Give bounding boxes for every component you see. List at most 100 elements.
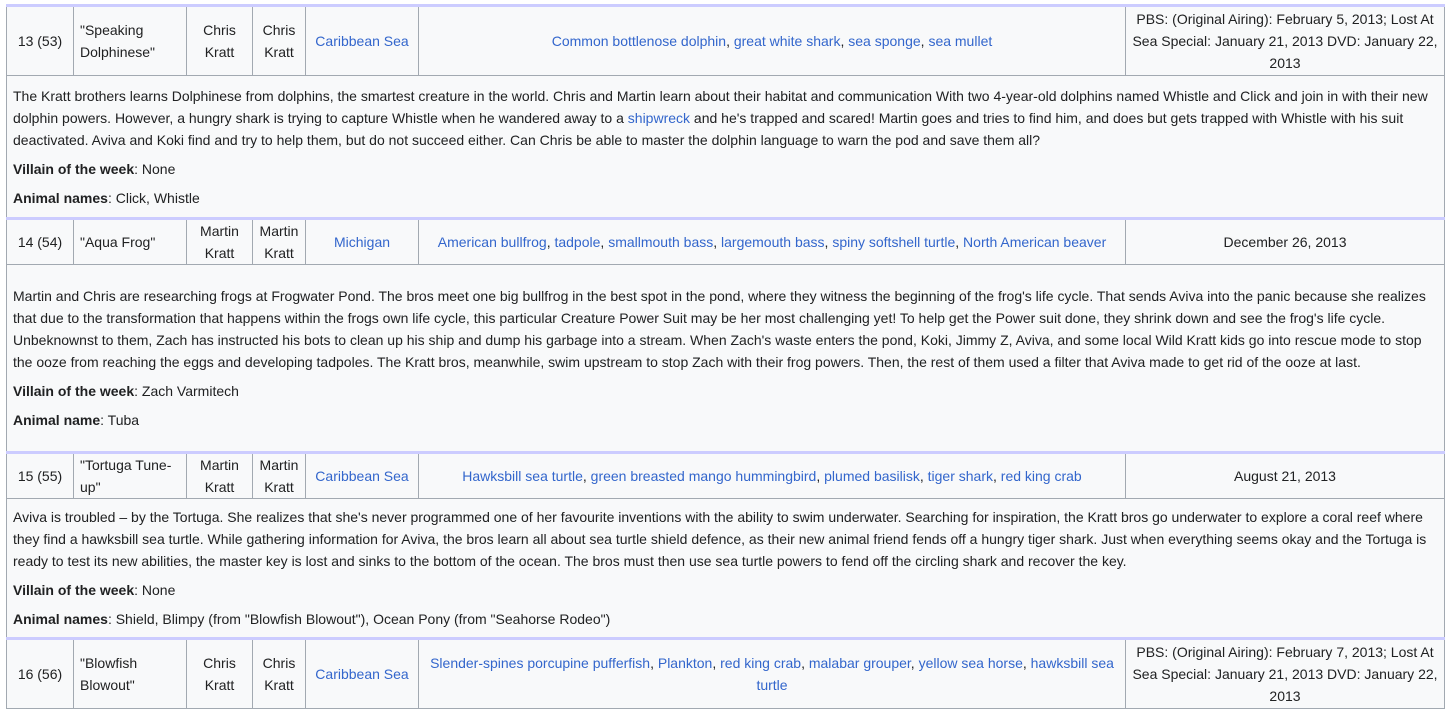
villain-value: : None [134, 160, 176, 177]
episode-summary-row: Aviva is troubled – by the Tortuga. She … [6, 498, 1445, 639]
written-by: Martin Kratt [259, 457, 299, 495]
episode-summary: The Kratt brothers learns Dolphinese fro… [6, 75, 1445, 219]
animal-link[interactable]: red king crab [720, 655, 801, 671]
separator: , [726, 33, 734, 49]
animal-link[interactable]: great white shark [734, 33, 841, 49]
summary-link[interactable]: shipwreck [628, 110, 690, 126]
location-link-cell: Michigan [305, 218, 419, 265]
animal-names-line: Animal names: Click, Whistle [13, 187, 1438, 209]
animal-link[interactable]: red king crab [1001, 468, 1082, 484]
episode-table-container: 13 (53) "Speaking Dolphinese" Chris Kratt C… [6, 4, 1445, 709]
air-date: December 26, 2013 [1223, 234, 1347, 250]
animal-link[interactable]: yellow sea horse [919, 655, 1023, 671]
animal-link[interactable]: green breasted mango hummingbird [591, 468, 817, 484]
separator: , [1022, 655, 1031, 671]
written-by-cell: Chris Kratt [252, 5, 306, 76]
animal-link[interactable]: largemouth bass [721, 234, 825, 250]
villain-value: : None [134, 582, 176, 598]
animal-link[interactable]: American bullfrog [438, 234, 547, 250]
written-by-cell: Martin Kratt [252, 218, 306, 265]
villain-label: Villain of the week [13, 582, 135, 598]
directed-by-cell: Martin Kratt [186, 218, 253, 265]
animal-link[interactable]: sea mullet [928, 33, 992, 49]
episode-number: 16 (56) [17, 666, 63, 682]
episode-number-cell: 16 (56) [6, 638, 74, 709]
animal-link[interactable]: spiny softshell turtle [832, 234, 955, 250]
location-link[interactable]: Michigan [334, 234, 390, 250]
written-by: Chris Kratt [262, 655, 296, 693]
summary-text: Martin and Chris are researching frogs a… [13, 285, 1438, 373]
separator: , [582, 468, 591, 484]
animal-link[interactable]: Slender-spines porcupine pufferfish [430, 655, 650, 671]
animal-link[interactable]: Common bottlenose dolphin [552, 33, 726, 49]
villain-line: Villain of the week: Zach Varmitech [13, 380, 1438, 402]
directed-by-cell: Martin Kratt [186, 452, 253, 499]
separator: , [713, 234, 722, 250]
animal-names-label: Animal names [13, 611, 108, 627]
animal-names-label: Animal names [13, 189, 108, 206]
episode-row: 14 (54) "Aqua Frog" Martin Kratt Martin Kra… [6, 218, 1445, 265]
location-link[interactable]: Caribbean Sea [315, 33, 408, 49]
animal-names-label: Animal name [13, 412, 101, 428]
air-date-cell: PBS: (Original Airing): February 5, 2013… [1125, 5, 1445, 76]
location-link[interactable]: Caribbean Sea [315, 468, 408, 484]
air-date-cell: December 26, 2013 [1125, 218, 1445, 265]
villain-label: Villain of the week [13, 383, 135, 399]
written-by: Chris Kratt [262, 22, 296, 60]
episode-number-cell: 13 (53) [6, 5, 74, 76]
episode-row: 15 (55) "Tortuga Tune-up" Martin Kratt Mart… [6, 452, 1445, 499]
animal-names-value: : Click, Whistle [107, 189, 200, 206]
animal-link[interactable]: North American beaver [963, 234, 1106, 250]
episode-table: 13 (53) "Speaking Dolphinese" Chris Kratt C… [6, 4, 1445, 709]
featured-animals-cell: Hawksbill sea turtle, green breasted man… [418, 452, 1126, 499]
separator: , [955, 234, 964, 250]
location-link-cell: Caribbean Sea [305, 5, 419, 76]
summary-text-part: Martin and Chris are researching frogs a… [13, 288, 1426, 370]
episode-summary: Aviva is troubled – by the Tortuga. She … [6, 498, 1445, 639]
directed-by-cell: Chris Kratt [186, 5, 253, 76]
written-by: Martin Kratt [259, 223, 299, 261]
animal-names-value: : Tuba [100, 412, 140, 428]
episode-summary-row: Martin and Chris are researching frogs a… [6, 264, 1445, 453]
episode-title-cell: "Blowfish Blowout" [73, 638, 187, 709]
animal-names-line: Animal names: Shield, Blimpy (from "Blow… [13, 608, 1438, 630]
episode-row: 13 (53) "Speaking Dolphinese" Chris Kratt C… [6, 5, 1445, 76]
animal-link[interactable]: smallmouth bass [608, 234, 713, 250]
animal-link[interactable]: plumed basilisk [824, 468, 920, 484]
episode-title: "Blowfish Blowout" [80, 655, 138, 693]
directed-by: Chris Kratt [203, 22, 236, 60]
summary-text: Aviva is troubled – by the Tortuga. She … [13, 506, 1438, 572]
featured-animals-cell: Slender-spines porcupine pufferfish, Pla… [418, 638, 1126, 709]
directed-by: Martin Kratt [200, 223, 239, 261]
animal-link[interactable]: sea sponge [848, 33, 920, 49]
animal-link[interactable]: Plankton [658, 655, 712, 671]
episode-summary: Martin and Chris are researching frogs a… [6, 264, 1445, 453]
separator: , [801, 655, 809, 671]
animal-link[interactable]: tadpole [554, 234, 600, 250]
air-date: PBS: (Original Airing): February 7, 2013… [1132, 644, 1438, 704]
separator: , [712, 655, 721, 671]
animal-link[interactable]: Hawksbill sea turtle [462, 468, 583, 484]
summary-text-part: Aviva is troubled – by the Tortuga. She … [13, 509, 1427, 569]
episode-title-cell: "Speaking Dolphinese" [73, 5, 187, 76]
episode-title-cell: "Tortuga Tune-up" [73, 452, 187, 499]
air-date-cell: August 21, 2013 [1125, 452, 1445, 499]
episode-title: "Speaking Dolphinese" [80, 22, 156, 60]
separator: , [650, 655, 658, 671]
animal-names-value: : Shield, Blimpy (from "Blowfish Blowout… [107, 611, 611, 627]
directed-by: Martin Kratt [200, 457, 239, 495]
episode-number: 14 (54) [17, 234, 63, 250]
air-date: PBS: (Original Airing): February 5, 2013… [1132, 11, 1438, 71]
location-link-cell: Caribbean Sea [305, 638, 419, 709]
directed-by: Chris Kratt [203, 655, 236, 693]
animal-link[interactable]: tiger shark [928, 468, 993, 484]
animal-link[interactable]: malabar grouper [809, 655, 911, 671]
episode-number: 13 (53) [17, 33, 63, 49]
featured-animals-cell: Common bottlenose dolphin, great white s… [418, 5, 1126, 76]
animal-names-line: Animal name: Tuba [13, 409, 1438, 431]
location-link[interactable]: Caribbean Sea [315, 666, 408, 682]
villain-line: Villain of the week: None [13, 158, 1438, 180]
episode-number-cell: 15 (55) [6, 452, 74, 499]
written-by-cell: Martin Kratt [252, 452, 306, 499]
separator: , [993, 468, 1001, 484]
